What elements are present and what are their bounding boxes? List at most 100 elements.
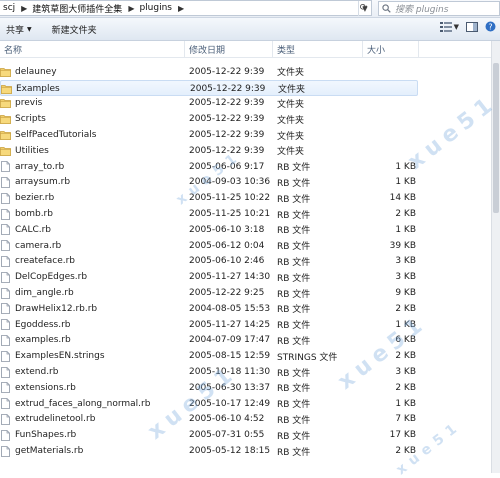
file-name-cell: camera.rb bbox=[0, 238, 180, 254]
chevron-right-icon[interactable]: ▶ bbox=[126, 4, 136, 13]
file-row[interactable]: array_to.rb 2005-06-06 9:17 RB 文件 1 KB bbox=[0, 159, 500, 175]
file-icon bbox=[0, 382, 11, 394]
file-date: 2005-06-30 13:37 bbox=[189, 382, 271, 393]
chevron-right-icon[interactable]: ▶ bbox=[176, 4, 186, 13]
file-name-cell: extensions.rb bbox=[0, 380, 180, 396]
preview-pane-button[interactable] bbox=[466, 21, 478, 32]
file-row[interactable]: examples.rb 2004-07-09 17:47 RB 文件 6 KB bbox=[0, 333, 500, 349]
file-row[interactable]: CALC.rb 2005-06-10 3:18 RB 文件 1 KB bbox=[0, 222, 500, 238]
file-row[interactable]: delauney 2005-12-22 9:39 文件夹 bbox=[0, 64, 500, 80]
file-row[interactable]: extend.rb 2005-10-18 11:30 RB 文件 3 KB bbox=[0, 364, 500, 380]
breadcrumb-item-scj[interactable]: scj bbox=[0, 3, 19, 13]
file-name-cell: previs bbox=[0, 96, 180, 112]
scrollbar-thumb[interactable] bbox=[493, 63, 499, 213]
file-date: 2005-12-22 9:39 bbox=[190, 83, 266, 94]
new-folder-button[interactable]: 新建文件夹 bbox=[46, 20, 103, 38]
file-size: 6 KB bbox=[395, 335, 416, 346]
help-button[interactable]: ? bbox=[485, 21, 496, 32]
column-header-date[interactable]: 修改日期 bbox=[185, 41, 273, 57]
column-header-type[interactable]: 类型 bbox=[273, 41, 363, 57]
file-type: 文件夹 bbox=[277, 147, 305, 158]
view-options-button[interactable]: ▼ bbox=[439, 21, 459, 32]
file-row[interactable]: extensions.rb 2005-06-30 13:37 RB 文件 2 KB bbox=[0, 380, 500, 396]
file-name: extensions.rb bbox=[15, 382, 76, 393]
file-name-cell: ExamplesEN.strings bbox=[0, 348, 180, 364]
file-row[interactable]: camera.rb 2005-06-12 0:04 RB 文件 39 KB bbox=[0, 238, 500, 254]
share-button[interactable]: 共享 ▼ bbox=[0, 20, 38, 38]
refresh-icon[interactable]: ⟳ bbox=[357, 1, 370, 15]
file-name-cell: bomb.rb bbox=[0, 206, 180, 222]
address-bar: scj ▶ 建筑草图大师插件全集 ▶ plugins ▶ ▼ ⟳ 搜索 plug… bbox=[0, 0, 500, 18]
file-type: RB 文件 bbox=[277, 368, 311, 379]
file-name-cell: DrawHelix12.rb.rb bbox=[0, 301, 180, 317]
file-row[interactable]: ExamplesEN.strings 2005-08-15 12:59 STRING… bbox=[0, 348, 500, 364]
file-row[interactable]: SelfPacedTutorials 2005-12-22 9:39 文件夹 bbox=[0, 127, 500, 143]
file-size: 2 KB bbox=[395, 446, 416, 457]
file-date: 2005-12-22 9:39 bbox=[189, 130, 265, 141]
column-header-type-label: 类型 bbox=[277, 45, 296, 56]
file-type: RB 文件 bbox=[277, 321, 311, 332]
file-date: 2004-08-05 15:53 bbox=[189, 303, 271, 314]
file-name: extend.rb bbox=[15, 367, 59, 378]
file-size bbox=[352, 111, 416, 127]
file-type: RB 文件 bbox=[277, 210, 311, 221]
file-row[interactable]: getMaterials.rb 2005-05-12 18:15 RB 文件 2 KB bbox=[0, 443, 500, 459]
file-row[interactable]: Scripts 2005-12-22 9:39 文件夹 bbox=[0, 111, 500, 127]
file-row[interactable]: createface.rb 2005-06-10 2:46 RB 文件 3 KB bbox=[0, 254, 500, 270]
file-type: RB 文件 bbox=[277, 194, 311, 205]
file-row[interactable]: Utilities 2005-12-22 9:39 文件夹 bbox=[0, 143, 500, 159]
file-icon bbox=[0, 414, 11, 425]
file-row[interactable]: dim_angle.rb 2005-12-22 9:25 RB 文件 9 KB bbox=[0, 285, 500, 301]
file-type: RB 文件 bbox=[277, 447, 311, 458]
file-name: CALC.rb bbox=[15, 224, 52, 235]
file-name-cell: delauney bbox=[0, 64, 180, 80]
breadcrumb-item-plugin-collection[interactable]: 建筑草图大师插件全集 bbox=[29, 2, 126, 15]
file-list: delauney 2005-12-22 9:39 文件夹 Examples 2005-1… bbox=[0, 64, 500, 459]
file-icon bbox=[0, 161, 11, 173]
file-name-cell: extrud_faces_along_normal.rb bbox=[0, 396, 180, 412]
file-type: RB 文件 bbox=[277, 289, 311, 300]
column-header-size-label: 大小 bbox=[367, 45, 386, 56]
file-row[interactable]: Examples 2005-12-22 9:39 文件夹 bbox=[0, 79, 418, 97]
file-size: 3 KB bbox=[395, 272, 416, 283]
file-name-cell: CALC.rb bbox=[0, 222, 180, 238]
file-name-cell: SelfPacedTutorials bbox=[0, 127, 180, 143]
file-size: 17 KB bbox=[389, 430, 416, 441]
file-row[interactable]: Egoddess.rb 2005-11-27 14:25 RB 文件 1 KB bbox=[0, 317, 500, 333]
file-name: delauney bbox=[15, 66, 57, 77]
file-date: 2005-12-22 9:39 bbox=[189, 66, 265, 77]
file-name: ExamplesEN.strings bbox=[15, 351, 105, 362]
file-name: extrudelinetool.rb bbox=[15, 414, 96, 425]
file-size: 1 KB bbox=[395, 398, 416, 409]
breadcrumb-item-plugins[interactable]: plugins bbox=[136, 3, 176, 13]
file-row[interactable]: FunShapes.rb 2005-07-31 0:55 RB 文件 17 KB bbox=[0, 427, 500, 443]
column-header-name[interactable]: 名称 bbox=[0, 41, 185, 57]
file-size: 3 KB bbox=[395, 367, 416, 378]
file-row[interactable]: extrudelinetool.rb 2005-06-10 4:52 RB 文件 7 … bbox=[0, 412, 500, 428]
file-row[interactable]: bezier.rb 2005-11-25 10:22 RB 文件 14 KB bbox=[0, 190, 500, 206]
view-controls: ▼ ? bbox=[439, 21, 496, 32]
file-type: RB 文件 bbox=[277, 384, 311, 395]
search-input[interactable]: 搜索 plugins bbox=[378, 1, 500, 16]
file-row[interactable]: extrud_faces_along_normal.rb 2005-10-17 1… bbox=[0, 396, 500, 412]
file-name-cell: Utilities bbox=[0, 143, 180, 159]
file-icon bbox=[0, 350, 11, 362]
file-name: array_to.rb bbox=[15, 161, 65, 172]
file-row[interactable]: bomb.rb 2005-11-25 10:21 RB 文件 2 KB bbox=[0, 206, 500, 222]
file-row[interactable]: DelCopEdges.rb 2005-11-27 14:30 RB 文件 3 KB bbox=[0, 269, 500, 285]
file-name: bezier.rb bbox=[15, 193, 55, 204]
file-row[interactable]: previs 2005-12-22 9:39 文件夹 bbox=[0, 96, 500, 112]
search-icon bbox=[382, 4, 391, 13]
breadcrumb[interactable]: scj ▶ 建筑草图大师插件全集 ▶ plugins ▶ ▼ bbox=[0, 0, 372, 16]
file-name-cell: getMaterials.rb bbox=[0, 443, 180, 459]
file-type: 文件夹 bbox=[278, 85, 306, 96]
file-date: 2005-06-10 3:18 bbox=[189, 224, 265, 235]
column-header-size[interactable]: 大小 bbox=[363, 41, 419, 57]
file-row[interactable]: arraysum.rb 2004-09-03 10:36 RB 文件 1 KB bbox=[0, 175, 500, 191]
vertical-scrollbar[interactable] bbox=[491, 41, 500, 473]
file-row[interactable]: DrawHelix12.rb.rb 2004-08-05 15:53 RB 文件 2 … bbox=[0, 301, 500, 317]
file-size bbox=[353, 81, 417, 97]
chevron-right-icon[interactable]: ▶ bbox=[19, 4, 29, 13]
file-date: 2005-10-17 12:49 bbox=[189, 398, 271, 409]
file-name: createface.rb bbox=[15, 256, 76, 267]
